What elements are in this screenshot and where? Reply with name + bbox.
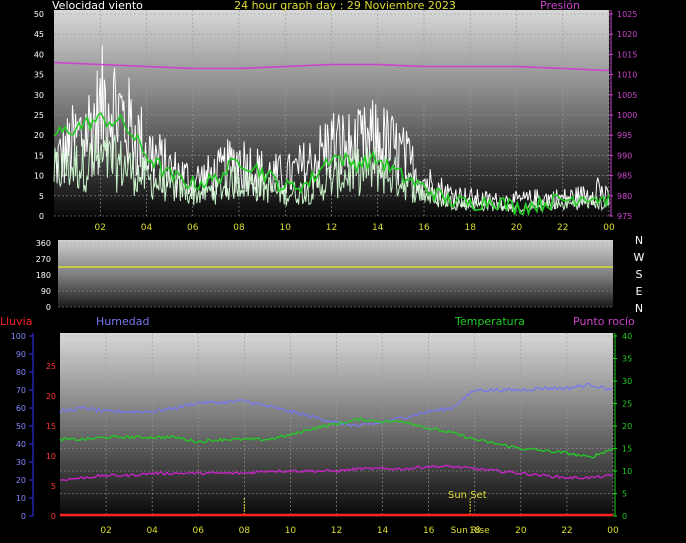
- temperature-y-tick-label: 20: [622, 422, 632, 431]
- bottom-x-tick-label: 00: [607, 526, 619, 536]
- wind-x-tick-label: 00: [603, 223, 615, 233]
- rain-y-tick-label: 90: [16, 350, 26, 359]
- direction-y-tick-label: 90: [41, 287, 51, 296]
- rain-y-tick-label: 50: [16, 422, 26, 431]
- inner-y-tick-label: 15: [46, 422, 56, 431]
- wind-y-tick-label: 15: [34, 151, 44, 160]
- wind-x-tick-label: 12: [326, 223, 337, 233]
- rain-y-tick-label: 10: [16, 494, 26, 503]
- pressure-y-tick-label: 1025: [617, 10, 637, 19]
- weather-graph-window: 0 5 10 15 20 25 30 35 40 45 50 975 980 985 990 995 1000 1…: [0, 0, 686, 543]
- humidity-label: Humedad: [96, 315, 149, 328]
- pressure-y-tick-label: 975: [617, 212, 632, 221]
- pressure-y-tick-label: 990: [617, 151, 632, 160]
- compass-letter: W: [634, 251, 645, 264]
- wind-y-tick-label: 5: [39, 192, 44, 201]
- temperature-label: Temperatura: [454, 315, 525, 328]
- wind-y-tick-label: 45: [34, 30, 44, 39]
- pressure-y-tick-label: 1000: [617, 111, 637, 120]
- wind-x-tick-label: 10: [280, 223, 292, 233]
- bottom-x-tick-label: 14: [377, 526, 389, 536]
- wind-x-tick-label: 14: [372, 223, 384, 233]
- wind-x-tick-label: 22: [557, 223, 568, 233]
- wind-x-tick-label: 20: [511, 223, 523, 233]
- bottom-x-tick-label: 08: [239, 526, 251, 536]
- wind-x-tick-label: 18: [465, 223, 477, 233]
- rain-y-tick-label: 30: [16, 458, 26, 467]
- temperature-y-tick-label: 10: [622, 467, 632, 476]
- bottom-x-tick-label: 02: [100, 526, 111, 536]
- pressure-y-tick-label: 1005: [617, 91, 637, 100]
- temperature-y-tick-label: 30: [622, 377, 632, 386]
- wind-y-tick-label: 40: [34, 50, 44, 59]
- temperature-y-tick-label: 5: [622, 490, 627, 499]
- rain-y-tick-label: 100: [11, 332, 26, 341]
- wind-y-tick-label: 25: [34, 111, 44, 120]
- graph-title: 24 hour graph day : 29 Noviembre 2023: [234, 0, 456, 12]
- wind-y-tick-label: 10: [34, 172, 44, 181]
- wind-speed-label: Velocidad viento: [52, 0, 143, 12]
- pressure-y-tick-label: 985: [617, 172, 632, 181]
- temperature-y-tick-label: 40: [622, 332, 632, 341]
- pressure-label: Presión: [540, 0, 580, 12]
- pressure-y-tick-label: 1010: [617, 71, 637, 80]
- temperature-y-tick-label: 25: [622, 400, 632, 409]
- pressure-y-tick-label: 1015: [617, 50, 637, 59]
- pressure-y-tick-label: 980: [617, 192, 632, 201]
- direction-y-tick-label: 180: [36, 271, 51, 280]
- wind-x-tick-label: 02: [95, 223, 106, 233]
- inner-y-tick-label: 10: [46, 452, 56, 461]
- rain-y-tick-label: 40: [16, 440, 26, 449]
- compass-letter: E: [636, 285, 643, 298]
- wind-y-tick-label: 50: [34, 10, 44, 19]
- bottom-x-tick-label: 22: [561, 526, 572, 536]
- bottom-x-tick-label: 12: [331, 526, 342, 536]
- wind-y-tick-label: 20: [34, 131, 44, 140]
- wind-x-tick-label: 08: [233, 223, 245, 233]
- weather-charts: 0510152025303540455097598098599099510001…: [0, 0, 645, 536]
- wind-x-tick-label: 04: [141, 223, 153, 233]
- wind-y-tick-label: 30: [34, 91, 44, 100]
- compass-letter: N: [635, 234, 643, 247]
- inner-y-tick-label: 5: [51, 482, 56, 491]
- bottom-x-tick-label: 04: [146, 526, 158, 536]
- rain-y-tick-label: 70: [16, 386, 26, 395]
- inner-y-tick-label: 20: [46, 392, 56, 401]
- inner-y-tick-label: 25: [46, 362, 56, 371]
- rain-y-tick-label: 60: [16, 404, 26, 413]
- direction-y-tick-label: 0: [46, 303, 51, 312]
- bottom-x-tick-label: 16: [423, 526, 435, 536]
- rain-label: Lluvia: [0, 315, 32, 328]
- rain-y-tick-label: 0: [21, 512, 26, 521]
- dewpoint-label: Punto rocío: [573, 315, 635, 328]
- wind-y-tick-label: 0: [39, 212, 44, 221]
- wind-x-tick-label: 06: [187, 223, 199, 233]
- wind-y-tick-label: 35: [34, 71, 44, 80]
- bottom-x-tick-label: 20: [515, 526, 527, 536]
- sunset-label: Sun Set: [448, 490, 487, 501]
- compass-letter: N: [635, 302, 643, 315]
- rain-y-tick-label: 80: [16, 368, 26, 377]
- compass-letter: S: [636, 268, 643, 281]
- direction-y-tick-label: 270: [36, 255, 51, 264]
- temperature-y-tick-label: 35: [622, 355, 632, 364]
- temperature-y-tick-label: 15: [622, 445, 632, 454]
- bottom-x-tick-label: 06: [193, 526, 205, 536]
- bottom-x-tick-label: 10: [285, 526, 297, 536]
- sunrise-label: Sun Rise: [451, 526, 490, 536]
- pressure-y-tick-label: 995: [617, 131, 632, 140]
- wind-x-tick-label: 16: [418, 223, 430, 233]
- pressure-y-tick-label: 1020: [617, 30, 637, 39]
- direction-panel-background: [58, 240, 613, 307]
- direction-y-tick-label: 360: [36, 239, 51, 248]
- inner-y-tick-label: 0: [51, 512, 56, 521]
- temperature-y-tick-label: 0: [622, 512, 627, 521]
- rain-y-tick-label: 20: [16, 476, 26, 485]
